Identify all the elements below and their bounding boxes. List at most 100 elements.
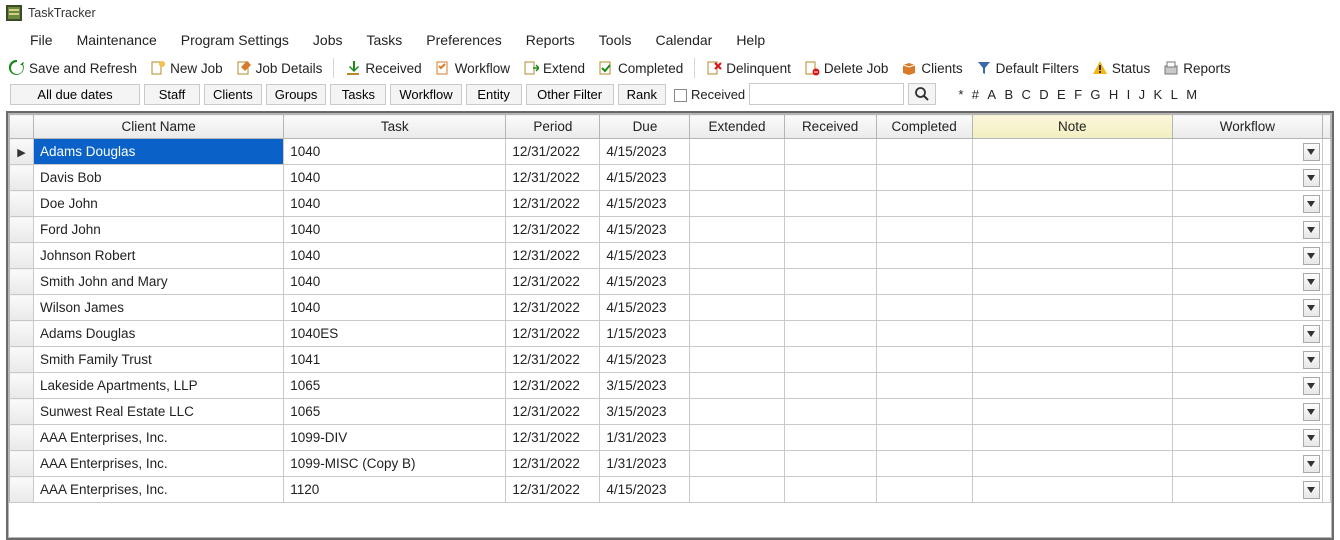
cell-note[interactable] xyxy=(972,477,1172,503)
cell-note[interactable] xyxy=(972,451,1172,477)
dropdown-arrow-icon[interactable] xyxy=(1303,455,1320,473)
filter-groups[interactable]: Groups xyxy=(266,84,327,105)
row-header[interactable] xyxy=(10,451,34,477)
cell-completed[interactable] xyxy=(876,165,972,191)
cell-extended[interactable] xyxy=(690,295,784,321)
cell-due[interactable]: 4/15/2023 xyxy=(600,347,690,373)
cell-due[interactable]: 3/15/2023 xyxy=(600,373,690,399)
cell-workflow[interactable] xyxy=(1172,243,1322,269)
cell-due[interactable]: 4/15/2023 xyxy=(600,295,690,321)
row-header[interactable] xyxy=(10,295,34,321)
cell-completed[interactable] xyxy=(876,425,972,451)
tb-new-job[interactable]: New Job xyxy=(145,58,228,78)
cell-client[interactable]: AAA Enterprises, Inc. xyxy=(34,477,284,503)
alpha-item[interactable]: B xyxy=(1000,87,1017,102)
row-header[interactable]: ▶ xyxy=(10,139,34,165)
cell-extended[interactable] xyxy=(690,165,784,191)
table-row[interactable]: Adams Douglas1040ES12/31/20221/15/2023 xyxy=(10,321,1331,347)
cell-completed[interactable] xyxy=(876,321,972,347)
alpha-item[interactable]: C xyxy=(1017,87,1035,102)
row-header[interactable] xyxy=(10,191,34,217)
dropdown-arrow-icon[interactable] xyxy=(1303,169,1320,187)
cell-received[interactable] xyxy=(784,139,876,165)
cell-period[interactable]: 12/31/2022 xyxy=(506,399,600,425)
cell-received[interactable] xyxy=(784,217,876,243)
cell-period[interactable]: 12/31/2022 xyxy=(506,191,600,217)
cell-completed[interactable] xyxy=(876,373,972,399)
alpha-item[interactable]: G xyxy=(1086,87,1105,102)
menu-maintenance[interactable]: Maintenance xyxy=(65,28,169,52)
cell-extended[interactable] xyxy=(690,269,784,295)
cell-due[interactable]: 4/15/2023 xyxy=(600,269,690,295)
cell-note[interactable] xyxy=(972,321,1172,347)
cell-workflow[interactable] xyxy=(1172,347,1322,373)
tb-completed[interactable]: Completed xyxy=(593,58,688,78)
row-header[interactable] xyxy=(10,269,34,295)
cell-completed[interactable] xyxy=(876,477,972,503)
cell-client[interactable]: Johnson Robert xyxy=(34,243,284,269)
table-row[interactable]: Johnson Robert104012/31/20224/15/2023 xyxy=(10,243,1331,269)
col-note[interactable]: Note xyxy=(972,115,1172,139)
cell-completed[interactable] xyxy=(876,191,972,217)
cell-received[interactable] xyxy=(784,399,876,425)
received-checkbox[interactable] xyxy=(674,89,687,102)
table-row[interactable]: Wilson James104012/31/20224/15/2023 xyxy=(10,295,1331,321)
tb-received[interactable]: Received xyxy=(340,58,426,78)
cell-extended[interactable] xyxy=(690,191,784,217)
cell-workflow[interactable] xyxy=(1172,399,1322,425)
cell-workflow[interactable] xyxy=(1172,269,1322,295)
cell-note[interactable] xyxy=(972,243,1172,269)
row-header[interactable] xyxy=(10,373,34,399)
cell-period[interactable]: 12/31/2022 xyxy=(506,321,600,347)
cell-extended[interactable] xyxy=(690,373,784,399)
cell-due[interactable]: 4/15/2023 xyxy=(600,191,690,217)
alpha-item[interactable]: I xyxy=(1122,87,1134,102)
cell-workflow[interactable] xyxy=(1172,425,1322,451)
table-row[interactable]: Davis Bob104012/31/20224/15/2023 xyxy=(10,165,1331,191)
cell-workflow[interactable] xyxy=(1172,451,1322,477)
cell-received[interactable] xyxy=(784,451,876,477)
cell-received[interactable] xyxy=(784,373,876,399)
cell-client[interactable]: Ford John xyxy=(34,217,284,243)
tb-clients[interactable]: Clients xyxy=(896,58,967,78)
col-client[interactable]: Client Name xyxy=(34,115,284,139)
dropdown-arrow-icon[interactable] xyxy=(1303,377,1320,395)
cell-note[interactable] xyxy=(972,191,1172,217)
cell-extended[interactable] xyxy=(690,451,784,477)
row-header[interactable] xyxy=(10,243,34,269)
tb-workflow[interactable]: Workflow xyxy=(430,58,515,78)
cell-task[interactable]: 1120 xyxy=(284,477,506,503)
cell-client[interactable]: Wilson James xyxy=(34,295,284,321)
cell-task[interactable]: 1040 xyxy=(284,217,506,243)
alpha-item[interactable]: J xyxy=(1134,87,1149,102)
cell-note[interactable] xyxy=(972,399,1172,425)
cell-note[interactable] xyxy=(972,217,1172,243)
cell-period[interactable]: 12/31/2022 xyxy=(506,139,600,165)
cell-received[interactable] xyxy=(784,321,876,347)
row-header[interactable] xyxy=(10,399,34,425)
tb-job-details[interactable]: Job Details xyxy=(231,58,328,78)
col-period[interactable]: Period xyxy=(506,115,600,139)
dropdown-arrow-icon[interactable] xyxy=(1303,481,1320,499)
cell-workflow[interactable] xyxy=(1172,191,1322,217)
dropdown-arrow-icon[interactable] xyxy=(1303,299,1320,317)
table-row[interactable]: Doe John104012/31/20224/15/2023 xyxy=(10,191,1331,217)
menu-tasks[interactable]: Tasks xyxy=(354,28,414,52)
col-received[interactable]: Received xyxy=(784,115,876,139)
cell-due[interactable]: 4/15/2023 xyxy=(600,165,690,191)
cell-due[interactable]: 4/15/2023 xyxy=(600,243,690,269)
cell-task[interactable]: 1065 xyxy=(284,373,506,399)
cell-workflow[interactable] xyxy=(1172,295,1322,321)
cell-note[interactable] xyxy=(972,425,1172,451)
cell-extended[interactable] xyxy=(690,347,784,373)
cell-period[interactable]: 12/31/2022 xyxy=(506,373,600,399)
cell-workflow[interactable] xyxy=(1172,321,1322,347)
cell-completed[interactable] xyxy=(876,269,972,295)
table-row[interactable]: Lakeside Apartments, LLP106512/31/20223/… xyxy=(10,373,1331,399)
cell-extended[interactable] xyxy=(690,477,784,503)
cell-note[interactable] xyxy=(972,295,1172,321)
cell-due[interactable]: 4/15/2023 xyxy=(600,217,690,243)
cell-task[interactable]: 1041 xyxy=(284,347,506,373)
tb-status[interactable]: Status xyxy=(1087,58,1155,78)
cell-client[interactable]: Adams Douglas xyxy=(34,139,284,165)
